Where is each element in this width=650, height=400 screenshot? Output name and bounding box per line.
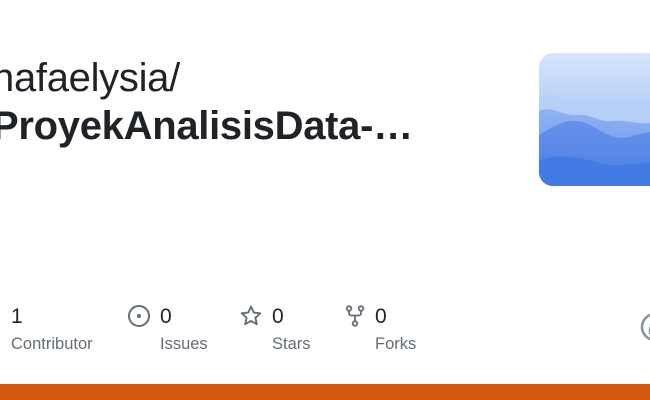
language-bar <box>0 384 650 400</box>
stat-stars: 0 Stars <box>239 304 329 356</box>
github-logo-icon <box>640 312 650 342</box>
repo-name: ProyekAnalisisData-… <box>0 104 413 148</box>
repo-forked-icon <box>343 304 367 328</box>
issues-count: 0 <box>160 305 172 328</box>
owner-avatar-image <box>539 53 650 186</box>
forks-count: 0 <box>375 305 387 328</box>
stars-count: 0 <box>272 305 284 328</box>
stat-contributors: 1 Contributor <box>11 304 111 356</box>
repo-owner: hafaelysia/ <box>0 56 180 100</box>
repo-social-card: hafaelysia/ ProyekAnalisisData-… 1 Contr… <box>0 0 650 400</box>
issue-opened-icon <box>127 304 151 328</box>
stat-issues: 0 Issues <box>127 304 227 356</box>
contributors-label: Contributor <box>11 335 93 353</box>
contributors-count: 1 <box>11 305 23 328</box>
issues-label: Issues <box>160 335 208 353</box>
star-icon <box>239 304 263 328</box>
stat-forks: 0 Forks <box>343 304 433 356</box>
stars-label: Stars <box>272 335 311 353</box>
forks-label: Forks <box>375 335 417 353</box>
